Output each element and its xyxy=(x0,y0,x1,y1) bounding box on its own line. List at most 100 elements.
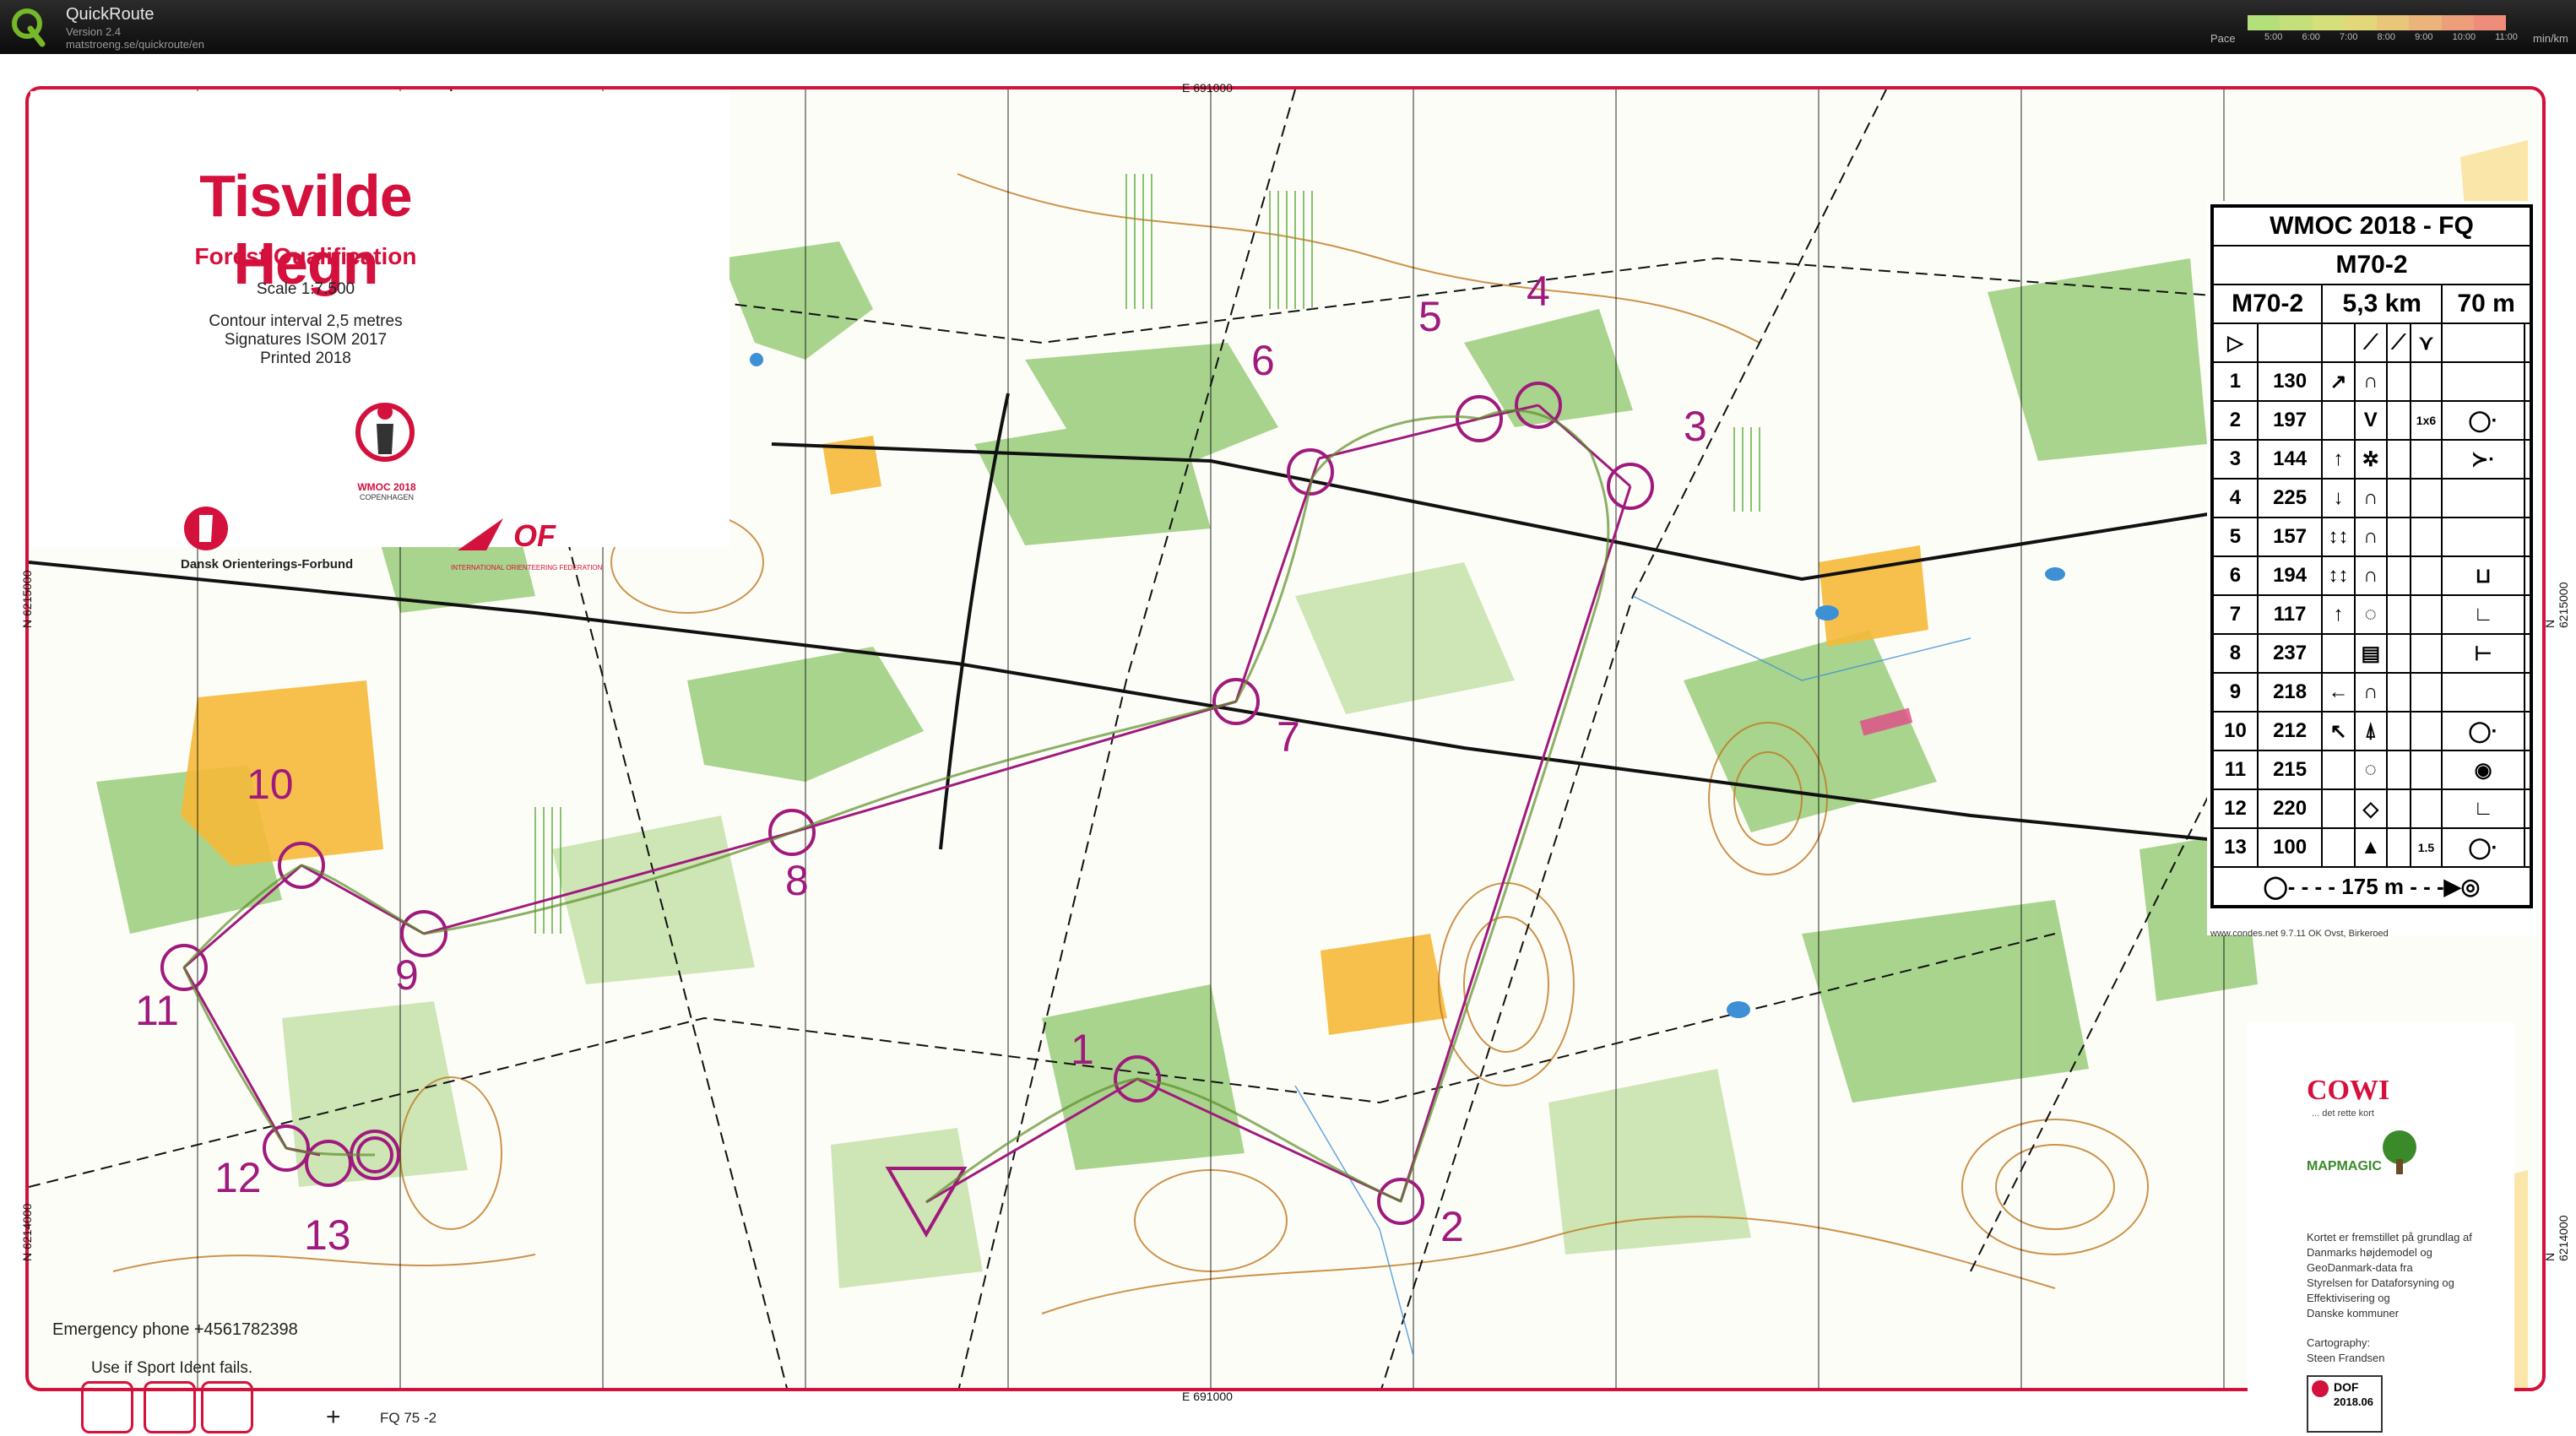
cd-col-d-icon: ⟋ xyxy=(2385,322,2411,363)
cd-row: 12 220 ◇ ∟ xyxy=(2211,788,2533,829)
cd-location-symbol: ∟ xyxy=(2441,788,2525,829)
cd-location-symbol: ◯· xyxy=(2441,711,2525,751)
grid-label-right-1: N 6215000 xyxy=(2543,582,2570,628)
cd-feature-symbol: ∩ xyxy=(2353,361,2388,402)
grid-label-right-2: N 6214000 xyxy=(2543,1215,2570,1261)
cd-control-sequence: 4 xyxy=(2211,478,2259,518)
grid-label-left-2: N 6214000 xyxy=(20,1203,34,1261)
pace-color-scale xyxy=(2248,15,2506,30)
cd-feature-symbol: ∩ xyxy=(2353,478,2388,518)
cd-start-symbol: ▷ xyxy=(2211,322,2259,363)
cd-dimension xyxy=(2409,788,2443,829)
cd-feature-symbol: V xyxy=(2353,400,2388,441)
cd-dimension: 1x6 xyxy=(2409,400,2443,441)
pace-color-segment xyxy=(2344,15,2377,30)
cd-dimension xyxy=(2409,517,2443,557)
cd-empty-cell xyxy=(2385,400,2411,441)
cd-row: 9 218 ← ∩ xyxy=(2211,672,2533,713)
cd-finish-start-icon: ◯- - - - xyxy=(2263,873,2342,899)
cd-dimension xyxy=(2409,361,2443,402)
pace-tick-label: 7:00 xyxy=(2340,32,2358,42)
cd-direction-symbol xyxy=(2321,400,2356,441)
cd-empty-cell xyxy=(2523,594,2533,635)
iof-swoosh-icon xyxy=(458,518,503,550)
cd-direction-symbol: ↗ xyxy=(2321,361,2356,402)
cd-feature-symbol: ∩ xyxy=(2353,672,2388,713)
cowi-tagline: ... det rette kort xyxy=(2312,1108,2374,1119)
cd-empty-cell xyxy=(2523,672,2533,713)
pace-color-segment xyxy=(2248,15,2280,30)
course-code-label: FQ 75 -2 xyxy=(380,1410,437,1426)
pace-tick-label: 8:00 xyxy=(2377,32,2395,42)
cd-row: 6 194 ↕↕ ∩ ⊔ xyxy=(2211,555,2533,596)
cd-control-code: 100 xyxy=(2256,827,2324,868)
control-number-5: 5 xyxy=(1418,293,1442,340)
cd-location-symbol: ◯· xyxy=(2441,400,2525,441)
cd-control-code: 237 xyxy=(2256,633,2324,674)
cd-empty-cell xyxy=(2523,788,2533,829)
federation-name: Dansk Orienterings-Forbund xyxy=(181,557,354,572)
cd-row: 1 130 ↗ ∩ xyxy=(2211,361,2533,402)
map-viewport[interactable]: E 691000 E 691000 N 6215000 N 6214000 N … xyxy=(0,54,2576,1436)
cd-course: M70-2 xyxy=(2210,284,2324,324)
map-credits: Kortet er fremstillet på grundlag af Danm… xyxy=(2307,1230,2472,1321)
grid-label-left-1: N 6215000 xyxy=(20,570,34,628)
cd-feature-symbol: ◇ xyxy=(2353,788,2388,829)
control-number-3: 3 xyxy=(1684,403,1707,450)
cd-empty-cell xyxy=(2523,478,2533,518)
cd-row: 7 117 ↑ ◌ ∟ xyxy=(2211,594,2533,635)
cd-empty-cell xyxy=(2523,439,2533,480)
cd-location-symbol: ◯· xyxy=(2441,827,2525,868)
cd-empty-cell xyxy=(2385,594,2411,635)
credit-line: Kortet er fremstillet på grundlag af xyxy=(2307,1231,2472,1244)
quickroute-logo-icon xyxy=(12,8,46,47)
cd-control-code: 194 xyxy=(2256,555,2324,596)
cd-empty-cell xyxy=(2385,517,2411,557)
control-number-12: 12 xyxy=(214,1154,262,1201)
cd-row: 10 212 ↖ ⍋ ◯· xyxy=(2211,711,2533,751)
cd-dimension xyxy=(2409,633,2443,674)
cd-location-symbol: ◉ xyxy=(2441,750,2525,790)
cd-dimension xyxy=(2409,594,2443,635)
control-description-sheet: WMOC 2018 - FQ M70-2 M70-2 5,3 km 70 m ▷… xyxy=(2207,201,2536,939)
cd-control-code: 225 xyxy=(2256,478,2324,518)
cd-empty-cell xyxy=(2385,555,2411,596)
sponsor-panel: COWI ... det rette kort MAPMAGIC Kortet … xyxy=(2248,1022,2514,1436)
cd-direction-symbol xyxy=(2321,750,2356,790)
cd-control-sequence: 13 xyxy=(2211,827,2259,868)
pace-tick-label: 5:00 xyxy=(2264,32,2283,42)
cd-location-symbol: ∟ xyxy=(2441,594,2525,635)
cd-control-code: 220 xyxy=(2256,788,2324,829)
cd-control-sequence: 10 xyxy=(2211,711,2259,751)
cd-empty-cell xyxy=(2385,672,2411,713)
si-backup-box-2 xyxy=(144,1381,196,1433)
grid-label-bottom: E 691000 xyxy=(1182,1390,1233,1403)
cd-empty-cell xyxy=(2385,711,2411,751)
control-number-2: 2 xyxy=(1440,1203,1464,1250)
cd-empty-cell xyxy=(2385,361,2411,402)
cd-dimension xyxy=(2409,439,2443,480)
cd-control-sequence: 2 xyxy=(2211,400,2259,441)
cd-empty-cell xyxy=(2385,633,2411,674)
control-number-11: 11 xyxy=(135,987,179,1034)
cd-col-c-icon: ⟋ xyxy=(2353,322,2388,363)
pace-unit: min/km xyxy=(2533,32,2568,45)
map-scale: Scale 1:7.500 xyxy=(256,280,355,298)
cd-feature-symbol: ∩ xyxy=(2353,555,2388,596)
cd-row: 8 237 ▤ ⊢ xyxy=(2211,633,2533,674)
cd-empty-cell xyxy=(2523,711,2533,751)
app-titlebar: QuickRoute Version 2.4 matstroeng.se/qui… xyxy=(0,0,2576,54)
cd-finish-distance: 175 m xyxy=(2341,873,2405,899)
map-printed: Printed 2018 xyxy=(260,350,351,367)
pace-tick-label: 10:00 xyxy=(2452,32,2476,42)
cd-control-code: 130 xyxy=(2256,361,2324,402)
cd-location-symbol: ⊢ xyxy=(2441,633,2525,674)
cd-control-sequence: 12 xyxy=(2211,788,2259,829)
map-title-panel: Tisvilde Hegn Forest Qualification Scale… xyxy=(30,91,729,572)
cd-empty-cell xyxy=(2385,439,2411,480)
cd-control-sequence: 7 xyxy=(2211,594,2259,635)
cd-dimension xyxy=(2409,750,2443,790)
pace-color-segment xyxy=(2377,15,2410,30)
cd-finish-end-icon: - - -▶◎ xyxy=(2404,873,2481,899)
cd-direction-symbol: ↑ xyxy=(2321,594,2356,635)
